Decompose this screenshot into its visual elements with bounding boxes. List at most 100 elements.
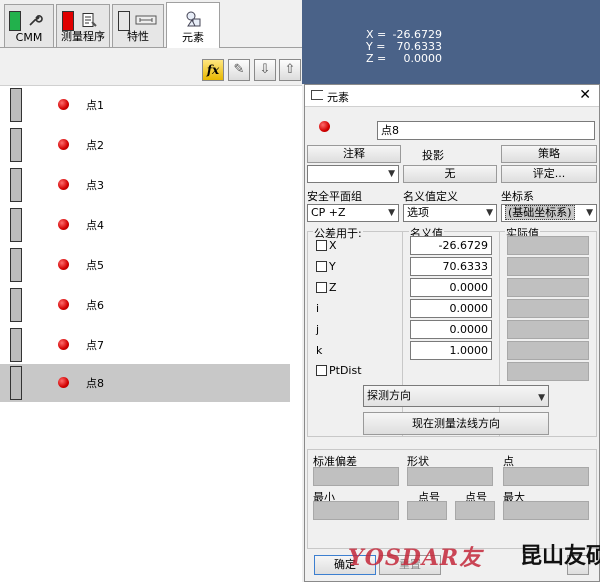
nominal-definition-label: 名义值定义 (403, 190, 458, 203)
safety-plane-label: 安全平面组 (307, 190, 362, 203)
x-nominal-field[interactable]: -26.6729 (410, 236, 492, 255)
formula-fx-button[interactable]: fx (202, 59, 224, 81)
projection-label: 投影 (422, 149, 444, 162)
x-actual-field (507, 236, 589, 255)
tab-label: CMM (15, 31, 43, 44)
move-up-button[interactable]: ⇧ (279, 59, 301, 81)
coordinate-system-label: 坐标系 (501, 190, 534, 203)
element-label: 点1 (86, 99, 104, 112)
dialog-title-bar: 元素 ✕ (305, 85, 599, 107)
arrow-down-icon: ⇩ (259, 62, 271, 77)
i-actual-field (507, 299, 589, 318)
elements-icon (186, 11, 201, 27)
tab-strip: CMM 测量程序 特性 元素 (0, 0, 302, 48)
element-name-field[interactable]: 点8 (377, 121, 595, 140)
element-label: 点2 (86, 139, 104, 152)
i-nominal-field[interactable]: 0.0000 (410, 299, 492, 318)
z-actual-field (507, 278, 589, 297)
z-coord-value: 0.0000 (403, 52, 443, 65)
list-item[interactable]: 点2 (0, 126, 290, 164)
list-item[interactable]: 点3 (0, 166, 290, 204)
z-nominal-field[interactable]: 0.0000 (410, 278, 492, 297)
j-nominal-field[interactable]: 0.0000 (410, 320, 492, 339)
comment-button[interactable]: 注释 (307, 145, 401, 163)
strategy-button[interactable]: 策略 (501, 145, 597, 163)
graphics-viewer[interactable]: X = -26.6729 Y = 70.6333 Z = 0.0000 (302, 0, 600, 84)
element-toolbar: fx ✎ ⇩ ⇧ (0, 48, 302, 86)
point-icon (58, 219, 69, 230)
std-dev-field (313, 467, 399, 486)
x-checkbox[interactable] (316, 240, 327, 251)
chevron-down-icon: ▼ (388, 169, 395, 179)
max-field (503, 501, 589, 520)
watermark-logo-text: YOSDAR友 (348, 545, 483, 571)
chevron-down-icon: ▼ (586, 208, 593, 218)
feature-icon (135, 15, 157, 25)
y-nominal-field[interactable]: 70.6333 (410, 257, 492, 276)
tab-label: 特性 (127, 30, 149, 43)
watermark: YOSDAR友 昆山友硕 (348, 538, 600, 574)
chevron-down-icon: ▼ (538, 393, 545, 403)
safety-plane-value: CP +Z (311, 206, 346, 219)
status-indicator-icon (9, 11, 21, 31)
list-item-selected[interactable]: 点8 (0, 364, 290, 402)
y-row-label: Y (329, 260, 336, 273)
evaluate-button[interactable]: 评定... (501, 165, 597, 183)
element-label: 点7 (86, 339, 104, 352)
left-empty-dropdown[interactable]: ▼ (307, 165, 399, 183)
list-item[interactable]: 点6 (0, 286, 290, 324)
k-row-label: k (316, 344, 323, 357)
close-icon[interactable]: ✕ (579, 87, 591, 103)
max-point-no-field (455, 501, 495, 520)
tab-measure-program[interactable]: 测量程序 (56, 4, 110, 47)
coordinate-system-dropdown[interactable]: (基础坐标系) ▼ (501, 204, 597, 222)
ptdist-checkbox[interactable] (316, 365, 327, 376)
tab-elements[interactable]: 元素 (166, 2, 220, 48)
row-marker (10, 208, 22, 242)
y-checkbox[interactable] (316, 261, 327, 272)
wrench-icon (29, 15, 43, 26)
edit-button[interactable]: ✎ (228, 59, 250, 81)
probe-direction-dropdown[interactable]: 探测方向 ▼ (363, 385, 549, 407)
nominal-definition-dropdown[interactable]: 选项 ▼ (403, 204, 497, 222)
i-row-label: i (316, 302, 320, 315)
element-label: 点5 (86, 259, 104, 272)
program-icon (82, 13, 97, 27)
min-field (313, 501, 399, 520)
point-icon (58, 299, 69, 310)
tab-label: 元素 (182, 31, 204, 44)
z-checkbox[interactable] (316, 282, 327, 293)
j-actual-field (507, 320, 589, 339)
current-normal-direction-button[interactable]: 现在测量法线方向 (363, 412, 549, 435)
tab-label: 测量程序 (61, 30, 105, 43)
element-label: 点8 (86, 377, 104, 390)
element-dialog: 元素 ✕ 点8 注释 投影 策略 ▼ 无 评定... 安全平面组 名义值定义 坐… (304, 84, 600, 582)
list-item[interactable]: 点7 (0, 326, 290, 364)
tab-characteristics[interactable]: 特性 (112, 4, 164, 47)
move-down-button[interactable]: ⇩ (254, 59, 276, 81)
k-actual-field (507, 341, 589, 360)
k-nominal-field[interactable]: 1.0000 (410, 341, 492, 360)
tab-cmm[interactable]: CMM (4, 4, 54, 47)
point-icon (58, 179, 69, 190)
point-icon (58, 259, 69, 270)
row-marker (10, 248, 22, 282)
row-marker (10, 366, 22, 400)
probe-direction-value: 探测方向 (367, 389, 411, 402)
tolerance-for-label: 公差用于: (313, 225, 363, 241)
z-row-label: Z (329, 281, 337, 294)
x-row-label: X (329, 239, 337, 252)
list-item[interactable]: 点5 (0, 246, 290, 284)
list-item[interactable]: 点1 (0, 86, 290, 124)
projection-value-button[interactable]: 无 (403, 165, 497, 183)
list-item[interactable]: 点4 (0, 206, 290, 244)
element-window-icon (311, 90, 323, 100)
pencil-icon: ✎ (233, 62, 245, 77)
chevron-down-icon: ▼ (388, 208, 395, 218)
chevron-down-icon: ▼ (486, 208, 493, 218)
j-row-label: j (316, 323, 320, 336)
nominal-definition-value: 选项 (407, 206, 429, 219)
row-marker (10, 288, 22, 322)
point-icon (58, 377, 69, 388)
safety-plane-dropdown[interactable]: CP +Z ▼ (307, 204, 399, 222)
